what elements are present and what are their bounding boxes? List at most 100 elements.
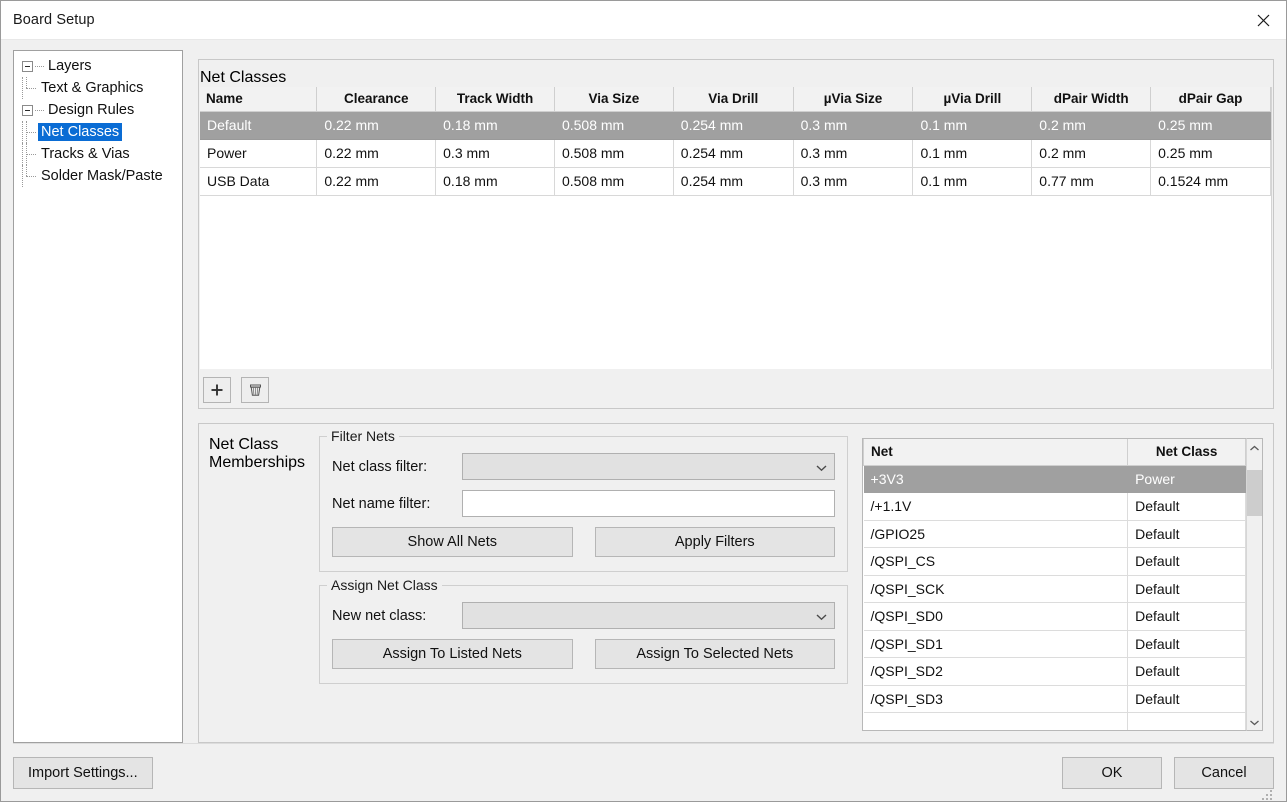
column-header-dpair-gap[interactable]: dPair Gap [1150, 87, 1271, 112]
scrollbar-track[interactable] [1247, 456, 1263, 713]
cell-net-class[interactable]: Default [1127, 492, 1247, 521]
table-row[interactable]: Default 0.22 mm 0.18 mm 0.508 mm 0.254 m… [200, 110, 1271, 140]
assign-to-listed-nets-button[interactable]: Assign To Listed Nets [332, 639, 573, 669]
sidebar-item-design-rules[interactable]: Design Rules [18, 99, 180, 121]
table-row[interactable]: USB Data 0.22 mm 0.18 mm 0.508 mm 0.254 … [200, 166, 1271, 196]
collapse-icon[interactable] [22, 104, 33, 116]
cell-track-width[interactable]: 0.18 mm [435, 110, 555, 140]
resize-grip[interactable] [1260, 788, 1272, 800]
cell-via-size[interactable]: 0.508 mm [553, 110, 674, 140]
net-class-filter-dropdown[interactable] [462, 453, 836, 480]
ok-button[interactable]: OK [1062, 756, 1162, 789]
cell-name[interactable]: Default [200, 110, 318, 140]
assign-to-selected-nets-button[interactable]: Assign To Selected Nets [594, 639, 836, 669]
scroll-up-button[interactable] [1247, 439, 1262, 456]
cell-uvia-size[interactable]: 0.3 mm [792, 110, 914, 140]
cell-via-drill[interactable]: 0.254 mm [672, 166, 794, 196]
cell-net[interactable]: /QSPI_SD0 [863, 602, 1129, 631]
column-header-uvia-drill[interactable]: µVia Drill [912, 87, 1033, 112]
cell-via-size[interactable]: 0.508 mm [553, 138, 674, 168]
new-net-class-dropdown[interactable] [462, 602, 836, 629]
sidebar-item-layers[interactable]: Layers [18, 55, 180, 77]
cell-net-class[interactable]: Default [1127, 519, 1247, 548]
table-row[interactable]: Power 0.22 mm 0.3 mm 0.508 mm 0.254 mm 0… [200, 138, 1271, 168]
column-header-uvia-size[interactable]: µVia Size [792, 87, 914, 112]
cancel-button[interactable]: Cancel [1174, 756, 1274, 789]
cell-net-class[interactable]: Default [1127, 602, 1247, 631]
show-all-nets-button[interactable]: Show All Nets [332, 527, 573, 557]
cell-uvia-size[interactable]: 0.3 mm [792, 166, 914, 196]
cell-via-drill[interactable]: 0.254 mm [672, 138, 794, 168]
column-header-name[interactable]: Name [200, 87, 318, 112]
net-classes-group: Net Classes Name Clearance Track Width V… [198, 59, 1274, 409]
scrollbar-thumb[interactable] [1247, 470, 1263, 516]
column-header-net[interactable]: Net [863, 439, 1129, 466]
cell-net[interactable]: +3V3 [863, 464, 1129, 493]
column-header-clearance[interactable]: Clearance [316, 87, 437, 112]
cell-name[interactable]: Power [200, 138, 318, 168]
cell-clearance[interactable]: 0.22 mm [316, 138, 437, 168]
list-item-partial[interactable] [863, 712, 1247, 730]
cell-uvia-drill[interactable]: 0.1 mm [912, 138, 1033, 168]
net-name-filter-input[interactable] [462, 490, 836, 517]
cell-dpair-width[interactable]: 0.77 mm [1031, 166, 1152, 196]
cell-net[interactable]: /+1.1V [863, 492, 1129, 521]
scroll-down-button[interactable] [1247, 713, 1262, 730]
sidebar-item-tracks-and-vias[interactable]: Tracks & Vias [18, 143, 180, 165]
cell-net[interactable]: /QSPI_SD3 [863, 684, 1129, 713]
cell-dpair-width[interactable]: 0.2 mm [1031, 138, 1152, 168]
collapse-icon[interactable] [22, 60, 33, 72]
cell-net-class[interactable] [1127, 712, 1247, 730]
cell-net[interactable]: /GPIO25 [863, 519, 1129, 548]
cell-via-size[interactable]: 0.508 mm [553, 166, 674, 196]
column-header-net-class[interactable]: Net Class [1127, 439, 1247, 466]
cell-net-class[interactable]: Default [1127, 574, 1247, 603]
column-header-via-size[interactable]: Via Size [553, 87, 674, 112]
list-item[interactable]: /QSPI_SD2 Default [863, 657, 1247, 686]
cell-net-class[interactable]: Default [1127, 547, 1247, 576]
cell-uvia-drill[interactable]: 0.1 mm [912, 110, 1033, 140]
delete-net-class-button[interactable] [241, 377, 269, 403]
cell-clearance[interactable]: 0.22 mm [316, 166, 437, 196]
cell-net[interactable]: /QSPI_SD1 [863, 629, 1129, 658]
add-net-class-button[interactable] [203, 377, 231, 403]
cell-net-class[interactable]: Default [1127, 657, 1247, 686]
list-item[interactable]: /QSPI_CS Default [863, 547, 1247, 576]
cell-net[interactable]: /QSPI_CS [863, 547, 1129, 576]
apply-filters-button[interactable]: Apply Filters [594, 527, 836, 557]
cell-dpair-gap[interactable]: 0.25 mm [1150, 110, 1271, 140]
cell-dpair-gap[interactable]: 0.25 mm [1150, 138, 1271, 168]
cell-net[interactable] [863, 712, 1129, 730]
cell-net-class[interactable]: Default [1127, 629, 1247, 658]
cell-track-width[interactable]: 0.18 mm [435, 166, 555, 196]
column-header-dpair-width[interactable]: dPair Width [1031, 87, 1152, 112]
import-settings-button[interactable]: Import Settings... [13, 756, 153, 789]
list-item[interactable]: /GPIO25 Default [863, 519, 1247, 548]
list-item[interactable]: /QSPI_SD1 Default [863, 629, 1247, 658]
cell-via-drill[interactable]: 0.254 mm [672, 110, 794, 140]
list-item[interactable]: +3V3 Power [863, 464, 1247, 493]
cell-net[interactable]: /QSPI_SCK [863, 574, 1129, 603]
cell-name[interactable]: USB Data [200, 166, 318, 196]
sidebar-item-solder-mask-paste[interactable]: Solder Mask/Paste [18, 165, 180, 187]
list-item[interactable]: /QSPI_SD3 Default [863, 684, 1247, 713]
sidebar-item-net-classes[interactable]: Net Classes [18, 121, 180, 143]
cell-uvia-size[interactable]: 0.3 mm [792, 138, 914, 168]
cell-uvia-drill[interactable]: 0.1 mm [912, 166, 1033, 196]
column-header-via-drill[interactable]: Via Drill [672, 87, 794, 112]
cell-dpair-gap[interactable]: 0.1524 mm [1150, 166, 1271, 196]
list-item[interactable]: /QSPI_SCK Default [863, 574, 1247, 603]
close-icon [1257, 14, 1270, 27]
cell-net-class[interactable]: Power [1127, 464, 1247, 493]
cell-dpair-width[interactable]: 0.2 mm [1031, 110, 1152, 140]
column-header-track-width[interactable]: Track Width [435, 87, 555, 112]
cell-clearance[interactable]: 0.22 mm [316, 110, 437, 140]
list-item[interactable]: /+1.1V Default [863, 492, 1247, 521]
close-button[interactable] [1240, 1, 1286, 39]
list-item[interactable]: /QSPI_SD0 Default [863, 602, 1247, 631]
cell-net-class[interactable]: Default [1127, 684, 1247, 713]
cell-net[interactable]: /QSPI_SD2 [863, 657, 1129, 686]
cell-track-width[interactable]: 0.3 mm [435, 138, 555, 168]
sidebar-item-text-and-graphics[interactable]: Text & Graphics [18, 77, 180, 99]
net-list-scrollbar[interactable] [1246, 438, 1264, 731]
